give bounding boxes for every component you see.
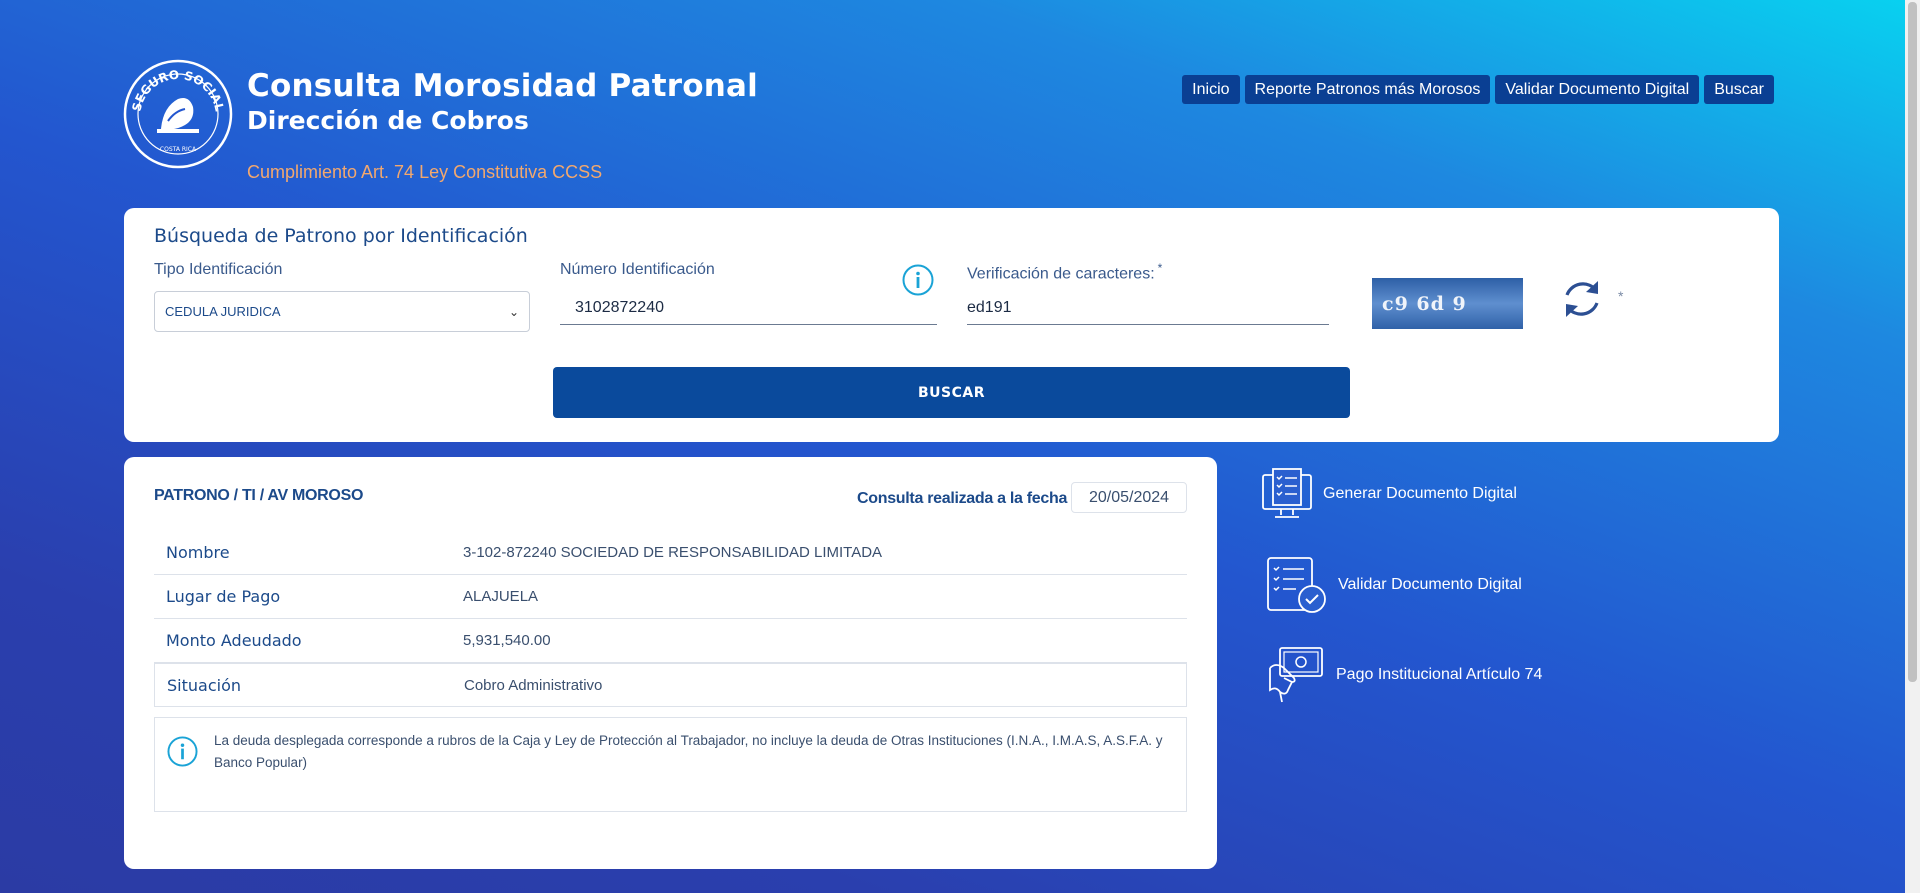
svg-text:COSTA RICA: COSTA RICA bbox=[160, 146, 197, 153]
fecha-label: Consulta realizada a la fecha bbox=[857, 490, 1068, 507]
verificacion-input[interactable]: ed191 bbox=[967, 291, 1329, 325]
debtor-table: Nombre 3-102-872240 SOCIEDAD DE RESPONSA… bbox=[154, 531, 1187, 707]
checklist-check-icon bbox=[1267, 557, 1326, 613]
row-value: 5,931,540.00 bbox=[463, 632, 551, 649]
computer-document-icon bbox=[1262, 468, 1312, 518]
tipo-id-label: Tipo Identificación bbox=[154, 261, 283, 278]
refresh-captcha-icon[interactable] bbox=[1560, 276, 1604, 322]
top-nav: Inicio Reporte Patronos más Morosos Vali… bbox=[1182, 75, 1774, 104]
info-icon bbox=[167, 736, 198, 767]
required-mark: * bbox=[1157, 261, 1163, 275]
row-value: ALAJUELA bbox=[463, 588, 539, 605]
result-card: PATRONO / TI / AV MOROSO Consulta realiz… bbox=[124, 457, 1217, 869]
row-key: Nombre bbox=[166, 543, 230, 562]
notice-text: La deuda desplegada corresponde a rubros… bbox=[214, 733, 1163, 770]
scrollbar[interactable] bbox=[1905, 0, 1920, 893]
buscar-button[interactable]: BUSCAR bbox=[553, 367, 1350, 418]
generar-documento-label: Generar Documento Digital bbox=[1323, 485, 1517, 502]
fecha-value: 20/05/2024 bbox=[1071, 482, 1187, 513]
row-key: Lugar de Pago bbox=[166, 587, 281, 606]
row-value: Cobro Administrativo bbox=[464, 676, 603, 694]
verificacion-label: Verificación de caracteres: * bbox=[967, 261, 1163, 283]
row-key: Situación bbox=[167, 675, 241, 695]
tipo-id-select[interactable]: CEDULA JURIDICA ⌄ bbox=[154, 291, 530, 332]
table-row: Lugar de Pago ALAJUELA bbox=[154, 575, 1187, 619]
scrollbar-thumb[interactable] bbox=[1908, 2, 1917, 682]
numero-id-input[interactable]: 3102872240 bbox=[560, 291, 937, 325]
search-card: Búsqueda de Patrono por Identificación T… bbox=[124, 208, 1779, 442]
pago-institucional-link[interactable]: Pago Institucional Artículo 74 bbox=[1266, 646, 1542, 704]
table-row: Situación Cobro Administrativo bbox=[154, 663, 1187, 707]
page-subtitle: Dirección de Cobros bbox=[247, 106, 529, 135]
validar-documento-label: Validar Documento Digital bbox=[1338, 576, 1522, 593]
nav-reporte-morosos[interactable]: Reporte Patronos más Morosos bbox=[1244, 75, 1491, 104]
search-heading: Búsqueda de Patrono por Identificación bbox=[154, 225, 528, 247]
nav-buscar[interactable]: Buscar bbox=[1704, 75, 1774, 104]
chevron-down-icon: ⌄ bbox=[508, 304, 519, 319]
pago-institucional-label: Pago Institucional Artículo 74 bbox=[1336, 666, 1543, 683]
info-notice: La deuda desplegada corresponde a rubros… bbox=[154, 717, 1187, 812]
ccss-logo: SEGURO SOCIAL COSTA RICA bbox=[123, 59, 233, 169]
table-row: Nombre 3-102-872240 SOCIEDAD DE RESPONSA… bbox=[154, 531, 1187, 575]
captcha-image: c9 6d 9 bbox=[1372, 278, 1523, 329]
generar-documento-link[interactable]: Generar Documento Digital bbox=[1261, 467, 1517, 521]
row-value: 3-102-872240 SOCIEDAD DE RESPONSABILIDAD… bbox=[463, 544, 883, 561]
numero-id-label: Número Identificación bbox=[560, 261, 715, 278]
nav-inicio[interactable]: Inicio bbox=[1182, 75, 1240, 104]
captcha-required-mark: * bbox=[1618, 288, 1624, 304]
page-title: Consulta Morosidad Patronal bbox=[247, 68, 758, 104]
law-caption: Cumplimiento Art. 74 Ley Constitutiva CC… bbox=[247, 162, 603, 182]
nav-validar-documento[interactable]: Validar Documento Digital bbox=[1495, 75, 1700, 104]
table-row: Monto Adeudado 5,931,540.00 bbox=[154, 619, 1187, 663]
result-heading: PATRONO / TI / AV MOROSO bbox=[154, 487, 364, 504]
validar-documento-link[interactable]: Validar Documento Digital bbox=[1266, 556, 1522, 614]
info-icon[interactable] bbox=[902, 264, 934, 296]
hand-money-icon bbox=[1269, 647, 1323, 703]
tipo-id-value: CEDULA JURIDICA bbox=[165, 304, 281, 319]
row-key: Monto Adeudado bbox=[166, 631, 302, 650]
